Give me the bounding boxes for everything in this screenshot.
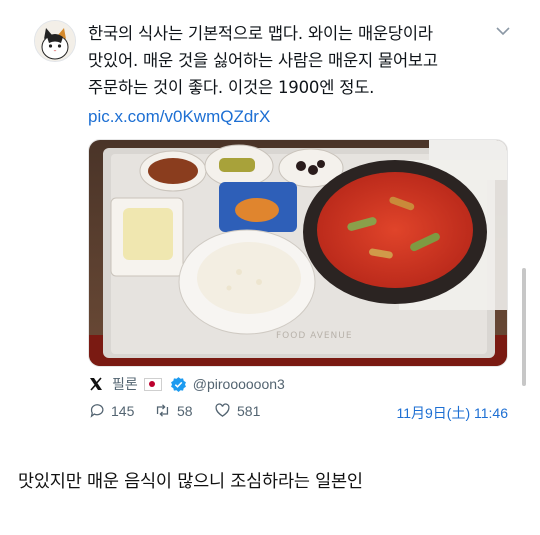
chevron-down-icon[interactable] <box>494 22 512 36</box>
action-bar: 145 58 581 11月9日(土) 11:46 <box>88 402 508 424</box>
tray-print: FOOD AVENUE <box>276 331 353 341</box>
avatar[interactable] <box>34 20 76 62</box>
tweet-text: 한국의 식사는 기본적으로 맵다. 와이는 매운당이라 맛있어. 매운 것을 싫… <box>88 24 438 97</box>
tweet-source: 필론 @piroooooon3 <box>88 374 285 394</box>
food-tray-photo[interactable]: FOOD AVENUE <box>88 139 508 367</box>
cat-avatar-icon <box>35 21 75 61</box>
scrollbar[interactable] <box>522 268 526 386</box>
retweet-icon <box>156 404 169 417</box>
source-name[interactable]: 필론 <box>112 374 138 394</box>
tweet-timestamp[interactable]: 11月9日(土) 11:46 <box>396 403 508 423</box>
source-handle[interactable]: @piroooooon3 <box>193 376 285 392</box>
retweet-count: 58 <box>177 402 193 419</box>
like-button[interactable]: 581 <box>214 402 260 419</box>
heart-icon <box>215 403 230 417</box>
like-count: 581 <box>237 402 261 419</box>
reply-count: 145 <box>111 402 135 419</box>
tweet-media-link[interactable]: pic.x.com/v0KwmQZdrX <box>88 103 270 130</box>
reply-button[interactable]: 145 <box>88 402 134 419</box>
reply-icon <box>90 404 104 418</box>
x-logo-icon <box>90 377 102 391</box>
retweet-button[interactable]: 58 <box>154 402 193 419</box>
verified-badge-icon <box>170 376 186 392</box>
post-caption: 맛있지만 매운 음식이 많으니 조심하라는 일본인 <box>18 472 363 492</box>
japan-flag-icon <box>143 377 162 391</box>
